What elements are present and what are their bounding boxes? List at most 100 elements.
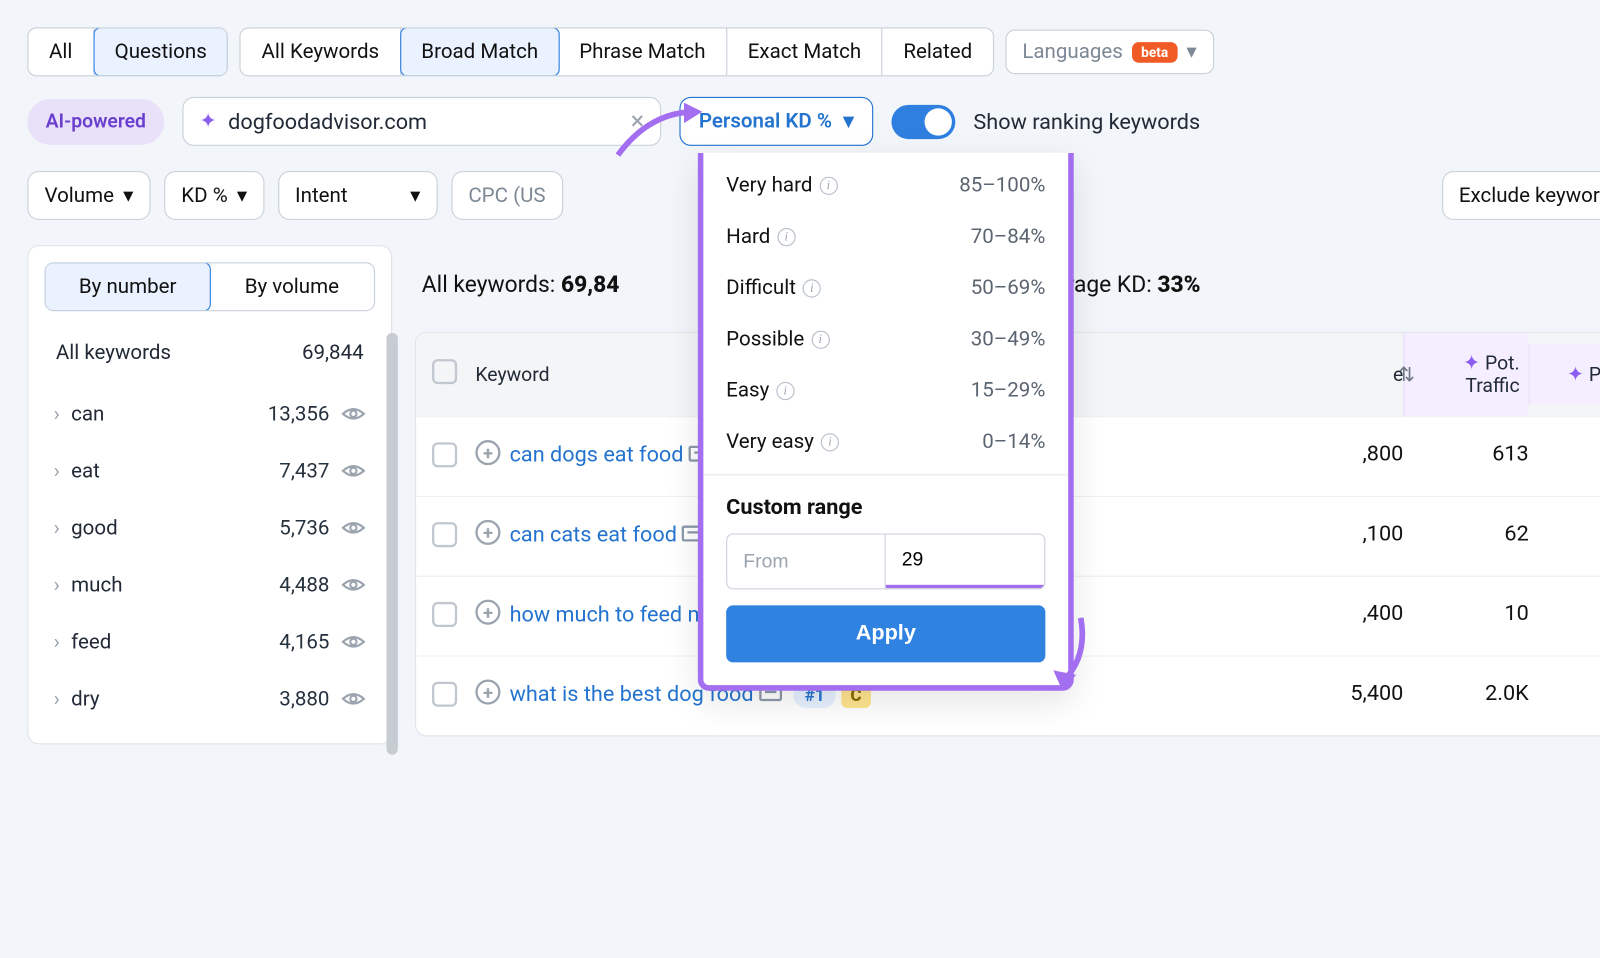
filter-volume[interactable]: Volume▾ xyxy=(27,171,150,220)
kd-option[interactable]: Hard i 70–84% xyxy=(703,211,1068,262)
all-kw-label: All keywords: xyxy=(422,270,561,297)
sidebar-count: 3,880 xyxy=(279,687,329,711)
beta-badge: beta xyxy=(1132,42,1177,63)
info-icon[interactable]: i xyxy=(777,227,795,245)
languages-button[interactable]: Languages beta ▾ xyxy=(1005,30,1214,74)
row-checkbox[interactable] xyxy=(432,442,457,467)
info-icon[interactable]: i xyxy=(821,433,839,451)
annotation-arrow xyxy=(1049,616,1090,696)
kd-option-label: Hard xyxy=(726,225,770,249)
column-volume[interactable]: e⇅ xyxy=(1312,363,1403,386)
eye-icon[interactable] xyxy=(341,686,366,711)
column-pot-traffic[interactable]: ✦ Pot. Traffic xyxy=(1403,333,1528,416)
sidebar-item[interactable]: › feed 4,165 xyxy=(44,613,375,670)
apply-button[interactable]: Apply xyxy=(726,605,1045,662)
sidebar-item[interactable]: › dry 3,880 xyxy=(44,670,375,727)
scrollbar[interactable] xyxy=(386,333,397,755)
filter-cpc[interactable]: CPC (US xyxy=(451,171,562,220)
kd-option[interactable]: Possible i 30–49% xyxy=(703,314,1068,365)
kd-option[interactable]: Easy i 15–29% xyxy=(703,365,1068,416)
chevron-right-icon: › xyxy=(54,687,60,711)
tab-phrase-match[interactable]: Phrase Match xyxy=(559,29,728,76)
cell-pot-traffic: 62 xyxy=(1403,520,1528,546)
sidebar-count: 4,488 xyxy=(279,573,329,597)
sidebar-count: 13,356 xyxy=(268,402,330,426)
sidebar-term: feed xyxy=(71,630,268,654)
row-checkbox[interactable] xyxy=(432,522,457,547)
sidebar-item[interactable]: › eat 7,437 xyxy=(44,442,375,499)
tab-questions[interactable]: Questions xyxy=(93,27,229,76)
cell-volume: ,800 xyxy=(1312,440,1403,466)
sparkle-icon: ✦ xyxy=(200,109,217,133)
sidebar-count: 7,437 xyxy=(279,459,329,483)
eye-icon[interactable] xyxy=(341,458,366,483)
domain-text: dogfoodadvisor.com xyxy=(228,108,619,134)
kd-option-label: Easy xyxy=(726,378,769,402)
row-checkbox[interactable] xyxy=(432,602,457,627)
eye-icon[interactable] xyxy=(341,629,366,654)
eye-icon[interactable] xyxy=(341,401,366,426)
info-icon[interactable]: i xyxy=(811,330,829,348)
cell-pkd: 0 xyxy=(1529,440,1600,466)
avg-kd-value: 33% xyxy=(1157,270,1200,297)
tab-broad-match[interactable]: Broad Match xyxy=(400,27,560,76)
kd-option[interactable]: Very hard i 85–100% xyxy=(703,160,1068,211)
kd-option-label: Very hard xyxy=(726,173,812,197)
annotation-arrow xyxy=(616,100,707,157)
kd-option-range: 15–29% xyxy=(971,378,1046,402)
expand-icon[interactable]: + xyxy=(475,440,500,465)
domain-input-wrap[interactable]: ✦ dogfoodadvisor.com × xyxy=(182,97,661,146)
expand-icon[interactable]: + xyxy=(475,600,500,625)
personal-kd-button[interactable]: Personal KD % ▾ xyxy=(679,97,873,146)
info-icon[interactable]: i xyxy=(819,176,837,194)
row-checkbox[interactable] xyxy=(432,682,457,707)
filter-kd[interactable]: KD %▾ xyxy=(164,171,264,220)
chevron-right-icon: › xyxy=(54,402,60,426)
sparkle-icon: ✦ xyxy=(1463,351,1480,375)
chevron-right-icon: › xyxy=(54,630,60,654)
cell-volume: ,400 xyxy=(1312,600,1403,626)
kd-option[interactable]: Difficult i 50–69% xyxy=(703,262,1068,313)
column-pkd[interactable]: ✦ PKD % xyxy=(1529,344,1600,404)
kd-option-label: Difficult xyxy=(726,276,796,300)
keyword-link[interactable]: can cats eat food xyxy=(510,521,677,547)
sidebar-item[interactable]: › good 5,736 xyxy=(44,499,375,556)
info-icon[interactable]: i xyxy=(776,381,794,399)
tab-all[interactable]: All xyxy=(29,29,95,76)
sidebar-item[interactable]: › can 13,356 xyxy=(44,385,375,442)
keyword-link[interactable]: can dogs eat food xyxy=(510,441,684,467)
cell-volume: ,100 xyxy=(1312,520,1403,546)
sidebar-term: can xyxy=(71,402,256,426)
sort-icon: ⇅ xyxy=(1398,363,1414,386)
filter-exclude[interactable]: Exclude keywords▾ xyxy=(1442,171,1600,220)
kd-option-label: Possible xyxy=(726,327,804,351)
info-icon[interactable]: i xyxy=(803,279,821,297)
custom-to-input[interactable] xyxy=(886,535,1044,589)
cell-pot-traffic: 613 xyxy=(1403,440,1528,466)
sidebar-tab-number[interactable]: By number xyxy=(44,262,210,311)
custom-range-title: Custom range xyxy=(726,494,1045,520)
filter-intent[interactable]: Intent▾ xyxy=(278,171,438,220)
tab-exact-match[interactable]: Exact Match xyxy=(727,29,883,76)
kd-option-label: Very easy xyxy=(726,430,814,454)
expand-icon[interactable]: + xyxy=(475,520,500,545)
ranking-toggle[interactable] xyxy=(891,104,955,138)
expand-icon[interactable]: + xyxy=(475,679,500,704)
sidebar-term: much xyxy=(71,573,268,597)
eye-icon[interactable] xyxy=(341,515,366,540)
chevron-down-icon: ▾ xyxy=(123,184,133,208)
eye-icon[interactable] xyxy=(341,572,366,597)
personal-kd-label: Personal KD % xyxy=(699,109,832,133)
sidebar-item[interactable]: › much 4,488 xyxy=(44,556,375,613)
sidebar-term: good xyxy=(71,516,268,540)
custom-from-input[interactable] xyxy=(727,535,885,589)
kd-option-range: 0–14% xyxy=(982,430,1045,454)
tab-related[interactable]: Related xyxy=(883,29,993,76)
select-all-checkbox[interactable] xyxy=(432,359,457,384)
personal-kd-dropdown: Very hard i 85–100% Hard i 70–84% Diffic… xyxy=(698,153,1074,691)
kd-option[interactable]: Very easy i 0–14% xyxy=(703,416,1068,467)
tab-all-keywords[interactable]: All Keywords xyxy=(241,29,401,76)
languages-label: Languages xyxy=(1022,40,1123,64)
sidebar-tab-volume[interactable]: By volume xyxy=(210,263,374,310)
cell-pot-traffic: 10 xyxy=(1403,600,1528,626)
